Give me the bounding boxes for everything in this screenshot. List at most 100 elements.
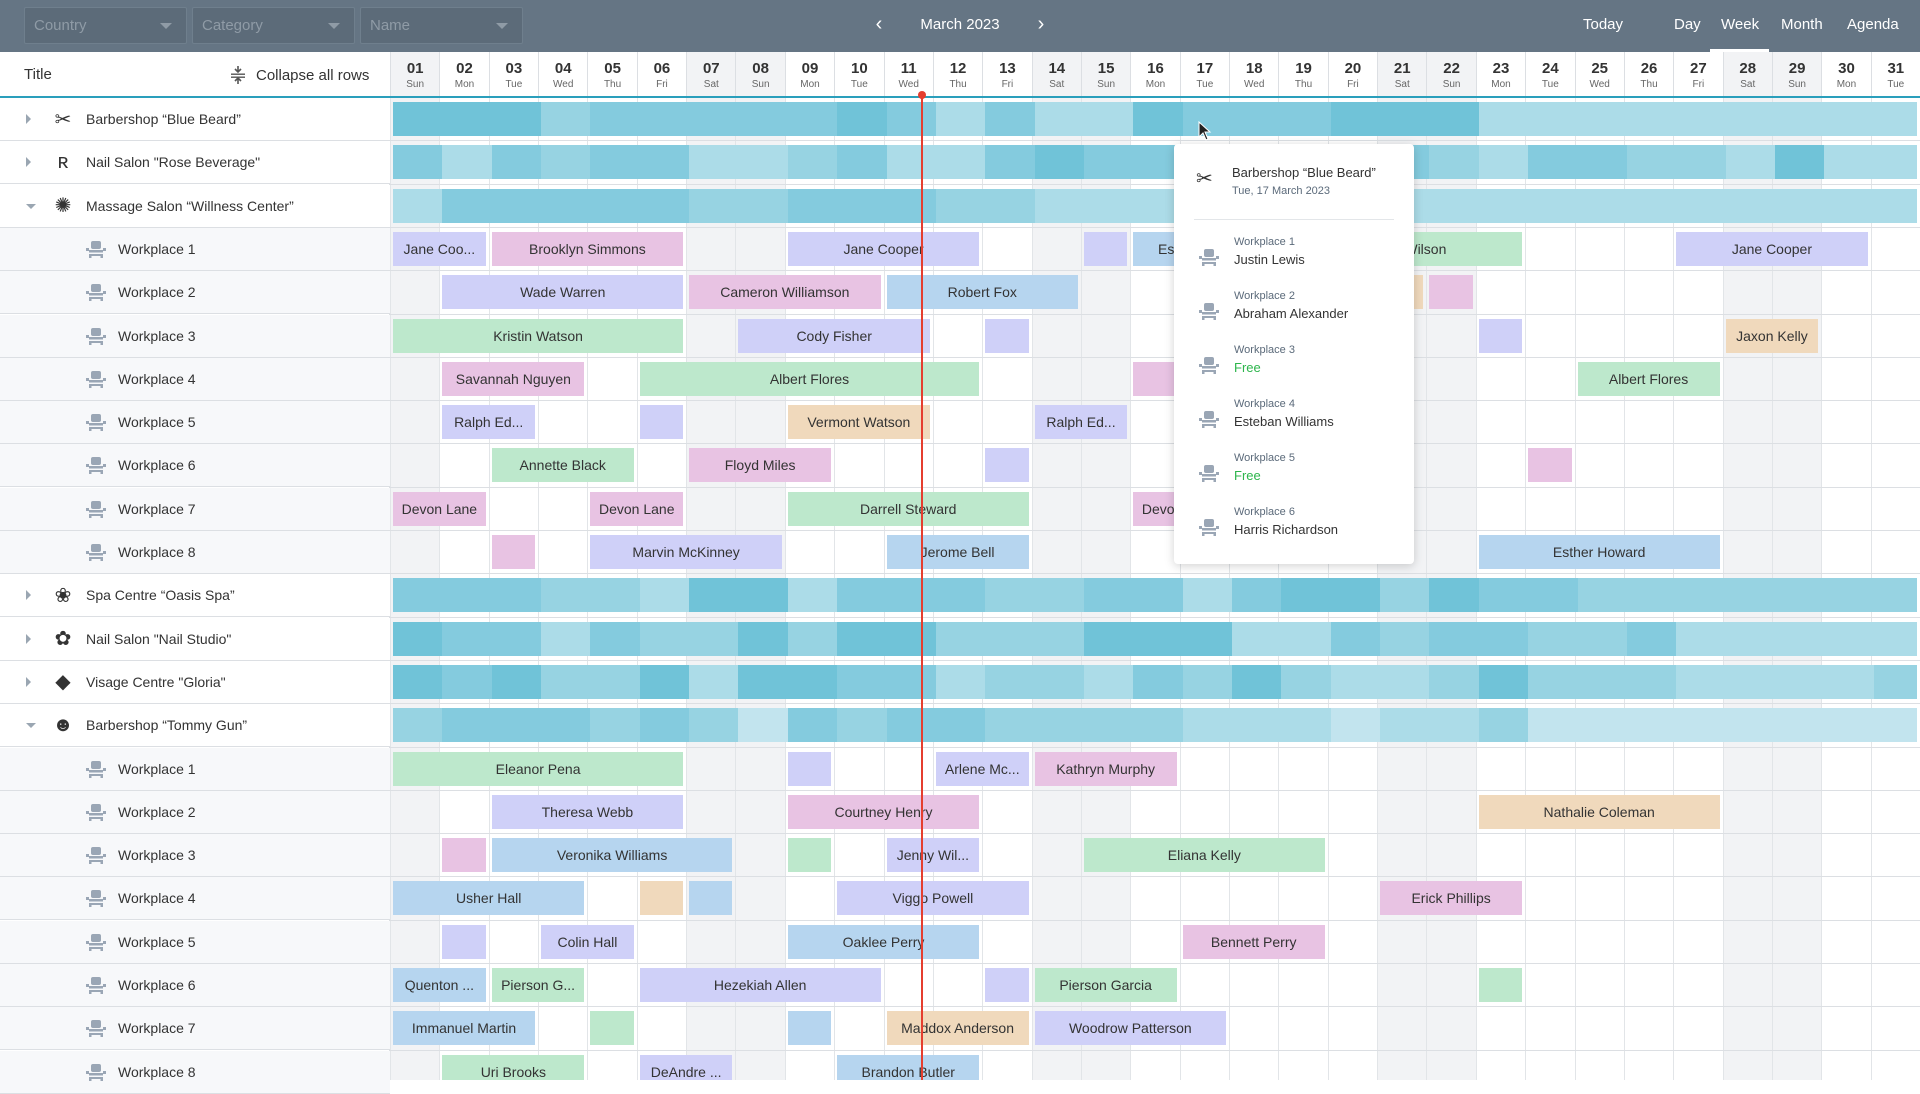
booking-event[interactable]: Eliana Kelly: [1083, 838, 1325, 873]
occupancy-cell[interactable]: [1873, 102, 1917, 136]
occupancy-cell[interactable]: [886, 621, 937, 656]
occupancy-cell[interactable]: [689, 621, 739, 656]
caret-right-icon[interactable]: [26, 590, 31, 601]
occupancy-cell[interactable]: [1824, 578, 1875, 613]
booking-event[interactable]: Usher Hall: [393, 881, 585, 916]
occupancy-cell[interactable]: [1577, 664, 1628, 699]
occupancy-cell[interactable]: [1528, 664, 1578, 699]
occupancy-cell[interactable]: [1528, 145, 1578, 180]
occupancy-cell[interactable]: [1528, 102, 1578, 136]
workplace-row[interactable]: Workplace 4: [0, 877, 390, 921]
booking-event[interactable]: Pierson G...: [491, 968, 585, 1002]
booking-event[interactable]: Albert Flores: [1577, 361, 1720, 396]
occupancy-cell[interactable]: [590, 664, 641, 699]
occupancy-cell[interactable]: [1478, 188, 1529, 223]
occupancy-cell[interactable]: [787, 664, 838, 699]
occupancy-cell[interactable]: [935, 188, 986, 223]
booking-event[interactable]: [985, 318, 1029, 353]
occupancy-cell[interactable]: [442, 708, 493, 743]
occupancy-cell[interactable]: [1429, 664, 1480, 699]
booking-event[interactable]: Woodrow Patterson: [1034, 1011, 1227, 1046]
booking-event[interactable]: Quenton ...: [393, 968, 486, 1002]
view-month-tab[interactable]: Month: [1781, 16, 1823, 33]
prev-period-button[interactable]: ‹: [869, 13, 889, 36]
occupancy-cell[interactable]: [1824, 145, 1875, 180]
occupancy-cell[interactable]: [1824, 102, 1875, 136]
occupancy-cell[interactable]: [590, 708, 641, 743]
caret-right-icon[interactable]: [26, 157, 31, 168]
occupancy-cell[interactable]: [1281, 102, 1332, 136]
booking-event[interactable]: Brandon Butler: [837, 1054, 980, 1080]
resource-group-row[interactable]: ◆ Visage Centre "Gloria": [0, 660, 390, 704]
caret-down-icon[interactable]: [26, 203, 36, 209]
occupancy-cell[interactable]: [639, 188, 690, 223]
booking-event[interactable]: Floyd Miles: [689, 448, 832, 483]
occupancy-cell[interactable]: [1083, 708, 1134, 743]
occupancy-cell[interactable]: [1626, 621, 1677, 656]
occupancy-cell[interactable]: [1478, 664, 1529, 699]
occupancy-cell[interactable]: [689, 102, 739, 136]
caret-down-icon[interactable]: [26, 723, 36, 729]
day-header-06[interactable]: 06 Fri: [636, 52, 687, 96]
day-header-09[interactable]: 09 Mon: [784, 52, 835, 96]
occupancy-cell[interactable]: [1429, 188, 1480, 223]
occupancy-cell[interactable]: [1083, 145, 1134, 180]
occupancy-cell[interactable]: [491, 578, 542, 613]
occupancy-cell[interactable]: [1824, 708, 1875, 743]
booking-event[interactable]: Marvin McKinney: [590, 535, 782, 569]
booking-event[interactable]: Bennett Perry: [1182, 924, 1325, 959]
day-header-08[interactable]: 08 Sun: [735, 52, 785, 96]
occupancy-cell[interactable]: [689, 664, 739, 699]
occupancy-cell[interactable]: [1478, 621, 1529, 656]
booking-event[interactable]: Darrell Steward: [787, 491, 1029, 526]
occupancy-cell[interactable]: [1824, 664, 1875, 699]
booking-event[interactable]: Colin Hall: [541, 924, 634, 959]
booking-event[interactable]: Jane Cooper: [787, 231, 980, 266]
occupancy-cell[interactable]: [689, 188, 739, 223]
occupancy-cell[interactable]: [639, 621, 690, 656]
occupancy-cell[interactable]: [935, 621, 986, 656]
occupancy-cell[interactable]: [1676, 145, 1727, 180]
occupancy-cell[interactable]: [1577, 102, 1628, 136]
occupancy-cell[interactable]: [1429, 708, 1480, 743]
occupancy-cell[interactable]: [1873, 664, 1917, 699]
day-header-03[interactable]: 03 Tue: [488, 52, 539, 96]
occupancy-cell[interactable]: [442, 621, 493, 656]
occupancy-cell[interactable]: [590, 145, 641, 180]
occupancy-cell[interactable]: [1873, 145, 1917, 180]
day-header-25[interactable]: 25 Wed: [1574, 52, 1624, 96]
category-filter[interactable]: Category: [192, 7, 355, 44]
occupancy-cell[interactable]: [393, 664, 443, 699]
occupancy-cell[interactable]: [738, 145, 789, 180]
occupancy-cell[interactable]: [1725, 708, 1776, 743]
day-header-13[interactable]: 13 Fri: [982, 52, 1032, 96]
occupancy-cell[interactable]: [1873, 621, 1917, 656]
occupancy-cell[interactable]: [393, 102, 443, 136]
occupancy-cell[interactable]: [590, 578, 641, 613]
booking-event[interactable]: [491, 535, 536, 569]
occupancy-cell[interactable]: [1281, 578, 1332, 613]
occupancy-cell[interactable]: [442, 145, 493, 180]
resource-group-row[interactable]: ʀ Nail Salon "Rose Beverage": [0, 141, 390, 185]
workplace-row[interactable]: Workplace 5: [0, 920, 390, 964]
occupancy-cell[interactable]: [541, 708, 591, 743]
occupancy-cell[interactable]: [442, 664, 493, 699]
occupancy-cell[interactable]: [1725, 578, 1776, 613]
booking-event[interactable]: Viggo Powell: [837, 881, 1029, 916]
booking-event[interactable]: [787, 838, 832, 873]
occupancy-cell[interactable]: [1774, 708, 1825, 743]
occupancy-cell[interactable]: [1034, 708, 1085, 743]
day-header-02[interactable]: 02 Mon: [439, 52, 489, 96]
booking-event[interactable]: Ralph Ed...: [1034, 405, 1128, 440]
occupancy-cell[interactable]: [393, 708, 443, 743]
day-header-19[interactable]: 19 Thu: [1278, 52, 1328, 96]
view-agenda-tab[interactable]: Agenda: [1847, 16, 1899, 33]
day-header-01[interactable]: 01 Sun: [390, 52, 440, 96]
occupancy-cell[interactable]: [1626, 145, 1677, 180]
occupancy-cell[interactable]: [738, 578, 789, 613]
occupancy-cell[interactable]: [442, 102, 493, 136]
occupancy-cell[interactable]: [1577, 708, 1628, 743]
occupancy-cell[interactable]: [1083, 664, 1134, 699]
booking-event[interactable]: Kathryn Murphy: [1034, 751, 1177, 786]
occupancy-cell[interactable]: [1083, 102, 1134, 136]
